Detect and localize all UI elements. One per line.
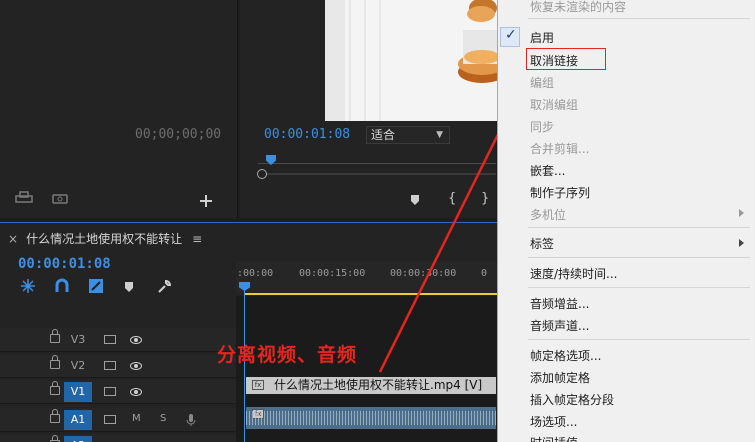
eye-icon[interactable] <box>130 336 142 344</box>
menu-item-make-subsequence[interactable]: 制作子序列 <box>530 184 590 201</box>
lock-icon[interactable] <box>50 381 60 395</box>
film-icon[interactable] <box>104 415 116 424</box>
menu-item-audio-channels[interactable]: 音频声道... <box>530 317 589 334</box>
menu-item-ungroup[interactable]: 取消编组 <box>530 96 578 113</box>
wrench-icon[interactable] <box>156 279 172 295</box>
source-monitor-panel <box>0 0 238 218</box>
menu-item-restore-unrendered[interactable]: 恢复未渲染的内容 <box>530 0 626 15</box>
ruler-label: 00:00:15:00 <box>299 268 366 279</box>
menu-item-time-interpolation[interactable]: 时间插值 <box>530 434 578 442</box>
video-clip-label: 什么情况土地使用权不能转让.mp4 [V] <box>274 378 483 392</box>
lock-icon[interactable] <box>50 329 60 343</box>
menu-item-merge-clips[interactable]: 合并剪辑... <box>530 140 589 157</box>
submenu-arrow-icon <box>739 209 744 217</box>
solo-button[interactable]: S <box>160 413 166 424</box>
linked-selection-icon[interactable] <box>88 278 104 294</box>
track-headers: V3 V2 V1 A1 M S A2 <box>0 328 236 442</box>
camera-icon[interactable] <box>52 192 68 204</box>
lock-icon[interactable] <box>50 355 60 369</box>
track-name[interactable]: A1 <box>64 410 92 430</box>
mute-button[interactable]: M <box>132 413 141 424</box>
menu-item-insert-frame-hold[interactable]: 插入帧定格分段 <box>530 391 614 408</box>
film-icon[interactable] <box>104 335 116 344</box>
menu-item-sync[interactable]: 同步 <box>530 118 554 135</box>
track-header-a1: A1 M S <box>0 408 236 432</box>
menu-item-speed-duration[interactable]: 速度/持续时间... <box>530 265 618 282</box>
track-name[interactable]: V1 <box>64 382 92 402</box>
menu-item-group[interactable]: 编组 <box>530 74 554 91</box>
checkmark-icon: ✓ <box>505 27 517 43</box>
export-frame-icon[interactable] <box>14 190 36 204</box>
audio-clip[interactable]: fx <box>246 407 496 429</box>
fx-badge: fx <box>252 380 264 390</box>
menu-item-frame-hold-options[interactable]: 帧定格选项... <box>530 347 601 364</box>
source-timecode[interactable]: 00;00;00;00 <box>135 127 221 142</box>
film-icon[interactable] <box>104 361 116 370</box>
menu-separator <box>528 257 750 258</box>
eye-icon[interactable] <box>130 388 142 396</box>
track-header-a2: A2 <box>0 434 236 442</box>
film-icon[interactable] <box>104 387 116 396</box>
hamburger-menu-icon[interactable]: ≡ <box>192 232 202 246</box>
program-timecode[interactable]: 00:00:01:08 <box>264 127 350 142</box>
submenu-arrow-icon <box>739 239 744 247</box>
add-icon[interactable] <box>199 194 213 208</box>
menu-item-label[interactable]: 标签 <box>530 235 554 252</box>
audio-waveform <box>246 411 496 425</box>
lock-icon[interactable] <box>50 409 60 423</box>
scroll-handle-icon[interactable] <box>257 169 267 179</box>
sequence-tab-label: 什么情况土地使用权不能转让 <box>26 232 183 246</box>
track-name[interactable]: V2 <box>64 356 92 376</box>
eye-icon[interactable] <box>130 362 142 370</box>
timeline-timecode[interactable]: 00:00:01:08 <box>18 256 111 272</box>
track-name[interactable]: A2 <box>64 436 92 442</box>
menu-item-field-options[interactable]: 场选项... <box>530 413 577 430</box>
track-header-v1: V1 <box>0 380 236 404</box>
menu-item-multicam[interactable]: 多机位 <box>530 206 566 223</box>
menu-separator <box>528 287 750 288</box>
close-icon[interactable]: × <box>8 232 18 246</box>
menu-item-add-frame-hold[interactable]: 添加帧定格 <box>530 369 590 386</box>
track-header-v3: V3 <box>0 328 236 352</box>
sequence-tab[interactable]: × 什么情况土地使用权不能转让 ≡ <box>8 230 202 247</box>
menu-separator <box>528 227 750 228</box>
menu-separator <box>528 18 750 19</box>
add-marker-icon[interactable] <box>124 281 134 293</box>
menu-item-audio-gain[interactable]: 音频增益... <box>530 295 589 312</box>
snap-in-nest-icon[interactable] <box>20 278 36 294</box>
track-header-v2: V2 <box>0 354 236 378</box>
snap-magnet-icon[interactable] <box>54 278 70 294</box>
menu-item-nest[interactable]: 嵌套... <box>530 162 565 179</box>
menu-separator <box>528 339 750 340</box>
microphone-icon[interactable] <box>186 413 196 427</box>
track-name[interactable]: V3 <box>64 330 92 350</box>
annotation-text: 分离视频、音频 <box>217 344 358 366</box>
ruler-label: :00:00 <box>237 268 274 279</box>
menu-item-unlink[interactable]: 取消链接 <box>530 52 578 69</box>
menu-item-enable[interactable]: 启用 <box>530 29 554 46</box>
